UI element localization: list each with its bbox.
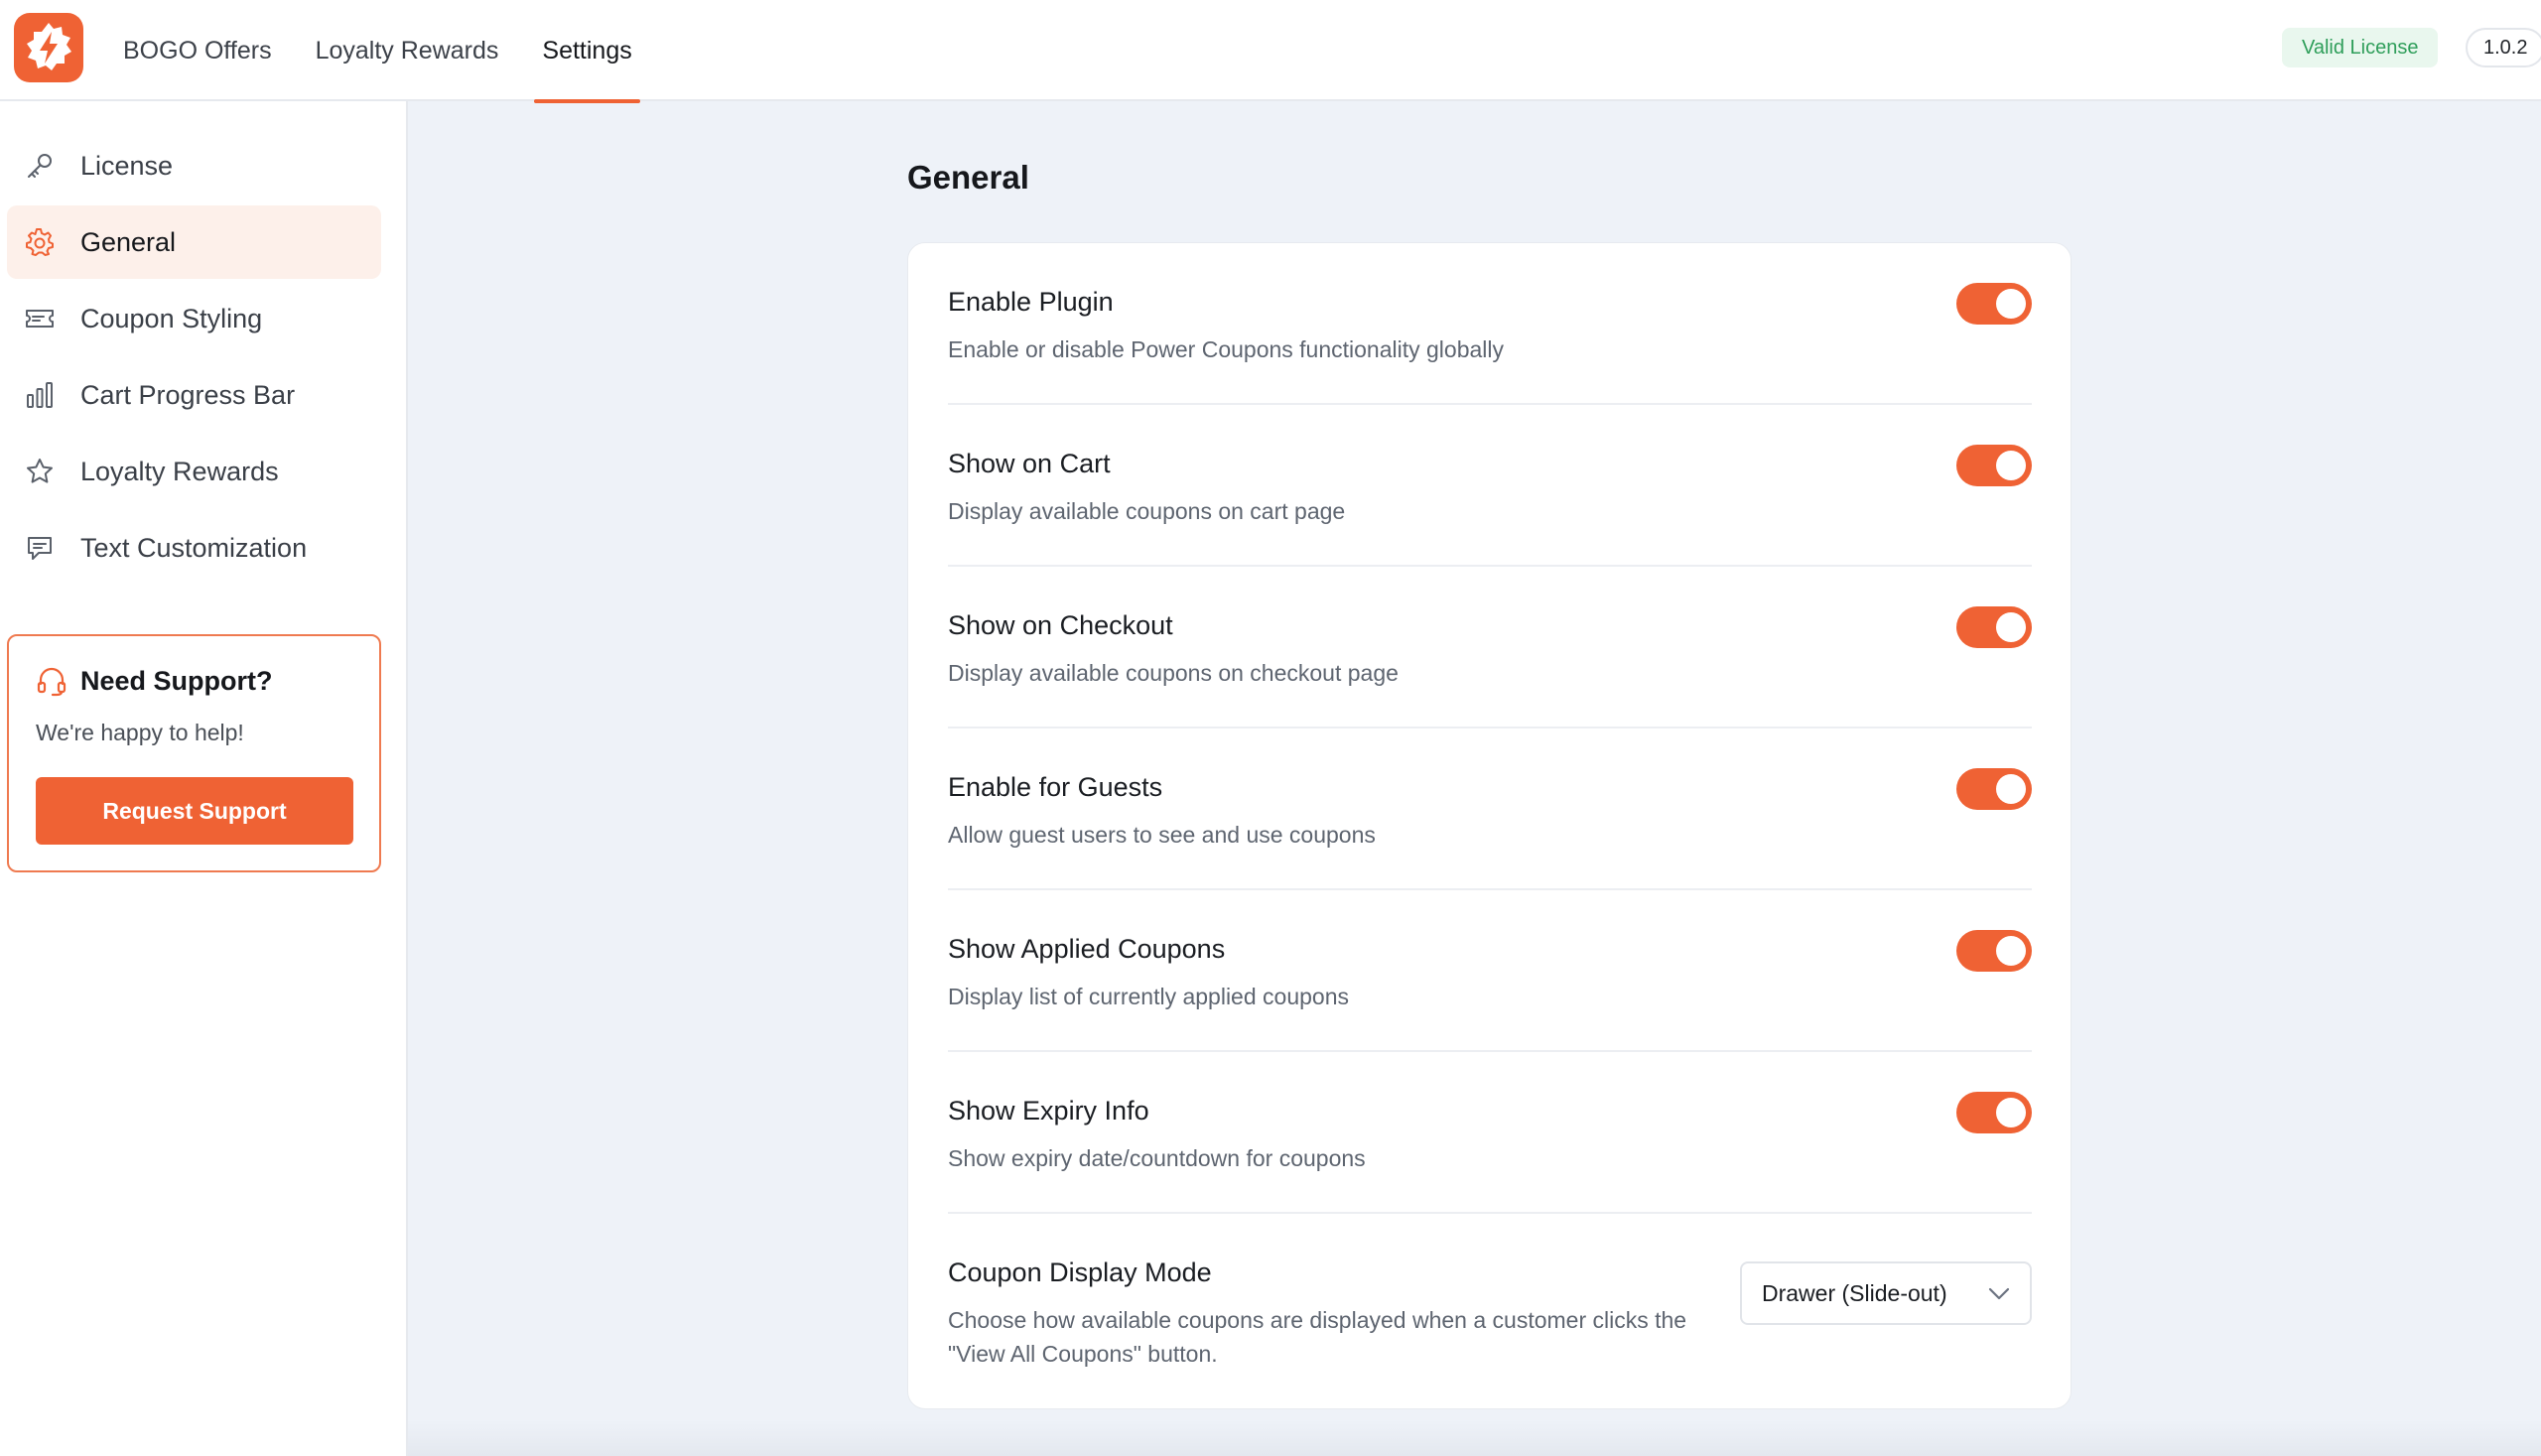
sidebar-item-label: General <box>80 226 177 257</box>
setting-row-coupon-display-mode: Coupon Display Mode Choose how available… <box>948 1214 2032 1402</box>
toggle-knob <box>1996 289 2026 319</box>
setting-row-show-on-checkout: Show on Checkout Display available coupo… <box>948 567 2032 728</box>
gear-icon <box>23 225 57 259</box>
chevron-down-icon <box>1988 1287 2010 1300</box>
description-line: Choose how available coupons are display… <box>948 1307 1687 1333</box>
sidebar-item-loyalty-rewards[interactable]: Loyalty Rewards <box>7 435 381 508</box>
enable-plugin-toggle[interactable] <box>1956 283 2032 325</box>
setting-row-show-expiry-info: Show Expiry Info Show expiry date/countd… <box>948 1052 2032 1214</box>
settings-card: Enable Plugin Enable or disable Power Co… <box>907 242 2072 1409</box>
ticket-icon <box>23 302 57 335</box>
support-card: Need Support? We're happy to help! Reque… <box>7 634 381 872</box>
select-value: Drawer (Slide-out) <box>1762 1279 1947 1306</box>
setting-description: Show expiry date/countdown for coupons <box>948 1145 1366 1171</box>
nav-label: Loyalty Rewards <box>315 36 499 65</box>
sidebar-item-cart-progress-bar[interactable]: Cart Progress Bar <box>7 358 381 432</box>
star-icon <box>23 455 57 488</box>
sidebar-item-label: Coupon Styling <box>80 303 263 333</box>
version-badge: 1.0.2 <box>2466 28 2541 67</box>
setting-description: Enable or disable Power Coupons function… <box>948 336 1505 362</box>
enable-for-guests-toggle[interactable] <box>1956 768 2032 810</box>
setting-title: Show Expiry Info <box>948 1096 1149 1125</box>
support-title-text: Need Support? <box>80 665 273 696</box>
sidebar-item-label: Cart Progress Bar <box>80 379 296 410</box>
setting-title: Show on Checkout <box>948 610 1173 640</box>
headset-icon <box>35 664 68 698</box>
toggle-knob <box>1996 612 2026 642</box>
bottom-shadow <box>408 1419 2541 1456</box>
setting-description: Allow guest users to see and use coupons <box>948 822 1376 848</box>
setting-title: Enable for Guests <box>948 772 1163 802</box>
description-line: "View All Coupons" button. <box>948 1341 1218 1367</box>
setting-description: Display list of currently applied coupon… <box>948 984 1349 1009</box>
bar-chart-icon <box>23 378 57 412</box>
key-icon <box>23 149 57 183</box>
setting-title: Show Applied Coupons <box>948 934 1226 964</box>
setting-row-enable-plugin: Enable Plugin Enable or disable Power Co… <box>948 243 2032 405</box>
nav-loyalty-rewards[interactable]: Loyalty Rewards <box>298 0 517 101</box>
sidebar-item-text-customization[interactable]: Text Customization <box>7 511 381 585</box>
setting-description: Display available coupons on cart page <box>948 498 1346 524</box>
toggle-knob <box>1996 451 2026 480</box>
support-title: Need Support? <box>35 664 273 698</box>
license-status-badge: Valid License <box>2282 28 2439 67</box>
sidebar-item-label: Loyalty Rewards <box>80 456 279 486</box>
message-icon <box>23 531 57 565</box>
lightning-badge-icon <box>27 23 71 70</box>
support-subtitle: We're happy to help! <box>36 720 244 745</box>
sidebar-item-coupon-styling[interactable]: Coupon Styling <box>7 282 381 355</box>
sidebar-item-general[interactable]: General <box>7 205 381 279</box>
show-on-cart-toggle[interactable] <box>1956 445 2032 486</box>
sidebar-item-license[interactable]: License <box>7 129 381 202</box>
nav-label: Settings <box>542 36 632 65</box>
toggle-knob <box>1996 774 2026 804</box>
setting-title: Coupon Display Mode <box>948 1257 1212 1287</box>
nav-settings[interactable]: Settings <box>524 0 649 103</box>
top-nav: BOGO Offers Loyalty Rewards Settings <box>105 0 658 103</box>
toggle-knob <box>1996 1098 2026 1127</box>
request-support-button[interactable]: Request Support <box>36 777 353 845</box>
show-on-checkout-toggle[interactable] <box>1956 606 2032 648</box>
nav-label: BOGO Offers <box>123 36 272 65</box>
setting-description: Choose how available coupons are display… <box>948 1303 1686 1371</box>
sidebar-item-label: Text Customization <box>80 532 308 563</box>
sidebar: License General Coupon Styling Cart Prog… <box>0 101 408 1456</box>
show-applied-coupons-toggle[interactable] <box>1956 930 2032 972</box>
show-expiry-info-toggle[interactable] <box>1956 1092 2032 1133</box>
nav-bogo-offers[interactable]: BOGO Offers <box>105 0 290 101</box>
display-mode-select[interactable]: Drawer (Slide-out) <box>1740 1261 2032 1325</box>
setting-row-show-applied-coupons: Show Applied Coupons Display list of cur… <box>948 890 2032 1052</box>
top-bar: BOGO Offers Loyalty Rewards Settings Val… <box>0 0 2541 103</box>
page-title: General <box>907 159 1029 196</box>
setting-description: Display available coupons on checkout pa… <box>948 660 1399 686</box>
setting-row-show-on-cart: Show on Cart Display available coupons o… <box>948 405 2032 567</box>
sidebar-item-label: License <box>80 150 174 181</box>
setting-title: Show on Cart <box>948 449 1111 478</box>
setting-row-enable-for-guests: Enable for Guests Allow guest users to s… <box>948 728 2032 890</box>
app-logo[interactable] <box>14 13 83 82</box>
toggle-knob <box>1996 936 2026 966</box>
setting-title: Enable Plugin <box>948 287 1114 317</box>
